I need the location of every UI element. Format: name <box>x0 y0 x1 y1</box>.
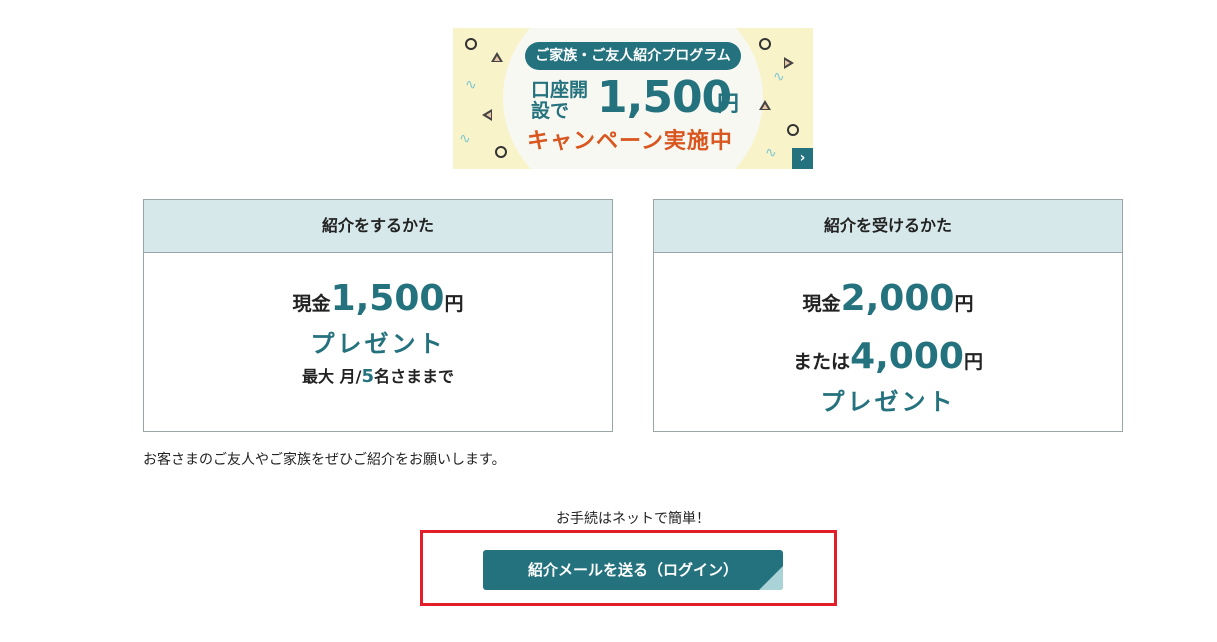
referee-card-title: 紹介を受けるかた <box>654 200 1122 253</box>
referee-or-label: または <box>793 351 851 373</box>
banner-amount: 1,500 <box>597 72 732 123</box>
referee-yen-2: 円 <box>963 351 983 373</box>
referral-note: お客さまのご友人やご家族をぜひご紹介をお願いします。 <box>143 452 506 468</box>
banner-program-tag: ご家族・ご友人紹介プログラム <box>525 42 741 70</box>
referee-card-body: 現金2,000円 または4,000円 プレゼント <box>654 277 1122 419</box>
page: ∿ ∿ ∿ ∿ ご家族・ご友人紹介プログラム 口座開設で 1,500 円 キャン… <box>0 0 1217 642</box>
squiggle-decoration-icon: ∿ <box>459 131 471 147</box>
referee-yen-1: 円 <box>954 293 974 315</box>
easy-procedure-text: お手続はネットで簡単！ <box>556 511 710 527</box>
referrer-limit-suffix: 名さままで <box>373 367 454 386</box>
referrer-cash-row: 現金1,500円 <box>144 277 612 327</box>
referee-present: プレゼント <box>820 388 956 416</box>
banner-yen: 円 <box>717 92 740 117</box>
send-referral-email-label: 紹介メールを送る（ログイン） <box>527 561 738 579</box>
referrer-amount: 1,500 <box>330 278 445 319</box>
corner-fold-icon <box>759 566 783 590</box>
circle-decoration-icon <box>465 38 477 50</box>
send-referral-email-button[interactable]: 紹介メールを送る（ログイン） <box>483 550 783 590</box>
squiggle-decoration-icon: ∿ <box>765 145 777 161</box>
squiggle-decoration-icon: ∿ <box>773 69 785 85</box>
circle-decoration-icon <box>495 146 507 158</box>
referee-alt-row: または4,000円 <box>654 335 1122 385</box>
referrer-limit-number: 5 <box>361 366 374 387</box>
triangle-decoration-icon <box>759 100 771 110</box>
triangle-decoration-icon <box>491 52 503 62</box>
referee-cash-label: 現金 <box>802 293 841 315</box>
referee-cash-row: 現金2,000円 <box>654 277 1122 327</box>
chevron-right-icon[interactable]: › <box>792 148 813 169</box>
circle-decoration-icon <box>787 124 799 136</box>
campaign-banner[interactable]: ∿ ∿ ∿ ∿ ご家族・ご友人紹介プログラム 口座開設で 1,500 円 キャン… <box>453 28 813 169</box>
banner-headline-prefix: 口座開設で <box>531 79 589 122</box>
referrer-limit-row: 最大 月/5名さままで <box>144 361 612 393</box>
referee-amount-2: 4,000 <box>850 336 964 377</box>
referrer-limit-prefix: 最大 月/ <box>302 367 362 386</box>
referrer-yen: 円 <box>444 293 464 315</box>
referee-card: 紹介を受けるかた 現金2,000円 または4,000円 プレゼント <box>653 199 1123 432</box>
referee-amount-1: 2,000 <box>840 278 955 319</box>
circle-decoration-icon <box>759 38 771 50</box>
banner-headline: 口座開設で 1,500 円 <box>531 72 741 124</box>
referrer-card-title: 紹介をするかた <box>144 200 612 253</box>
banner-campaign-text: キャンペーン実施中 <box>527 129 733 154</box>
referrer-present: プレゼント <box>310 330 446 358</box>
referrer-card-body: 現金1,500円 プレゼント 最大 月/5名さままで <box>144 277 612 393</box>
referrer-card: 紹介をするかた 現金1,500円 プレゼント 最大 月/5名さままで <box>143 199 613 432</box>
triangle-decoration-icon <box>784 57 794 69</box>
squiggle-decoration-icon: ∿ <box>465 77 477 93</box>
triangle-decoration-icon <box>482 109 492 121</box>
referrer-cash-label: 現金 <box>292 293 331 315</box>
